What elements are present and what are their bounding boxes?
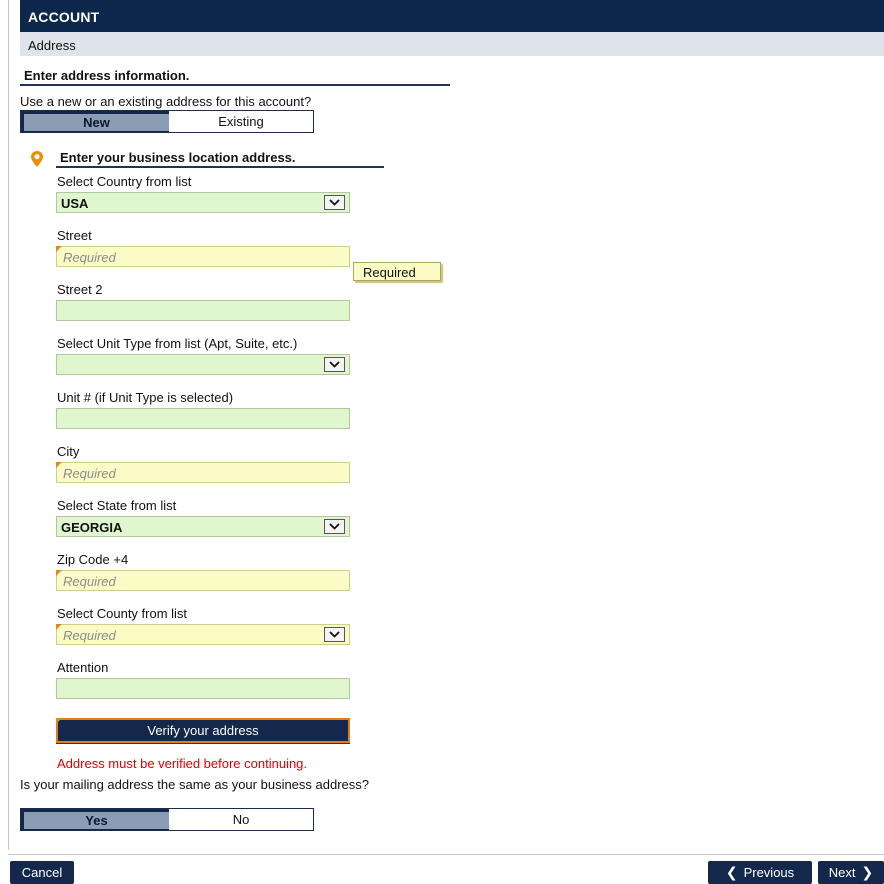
zip-label: Zip Code +4 (57, 552, 129, 567)
street2-label: Street 2 (57, 282, 103, 297)
section-title: Enter address information. (24, 68, 190, 83)
page-header: ACCOUNT (20, 0, 884, 32)
country-label: Select Country from list (57, 174, 192, 189)
verify-address-button[interactable]: Verify your address (56, 718, 350, 743)
location-title: Enter your business location address. (60, 150, 296, 165)
unit-type-label: Select Unit Type from list (Apt, Suite, … (57, 336, 298, 351)
page-title: ACCOUNT (28, 9, 100, 25)
cancel-label: Cancel (21, 865, 63, 880)
unit-number-label: Unit # (if Unit Type is selected) (57, 390, 234, 405)
chevron-down-icon[interactable] (324, 195, 345, 210)
left-border (8, 0, 9, 850)
county-label: Select County from list (57, 606, 188, 621)
zip-input[interactable]: Required (56, 570, 350, 591)
page-subheader: Address (20, 32, 884, 56)
verify-address-label: Verify your address (147, 723, 259, 738)
toggle-existing[interactable]: Existing (169, 111, 313, 132)
required-marker (56, 624, 62, 630)
section-divider (20, 84, 450, 86)
address-source-toggle[interactable]: New Existing (20, 110, 314, 133)
toggle-yes[interactable]: Yes (21, 809, 169, 830)
location-divider (56, 166, 384, 168)
mailing-same-toggle[interactable]: Yes No (20, 808, 314, 831)
city-placeholder: Required (63, 466, 116, 481)
verification-error: Address must be verified before continui… (57, 756, 308, 771)
city-input[interactable]: Required (56, 462, 350, 483)
next-label: Next (828, 865, 856, 880)
address-source-question: Use a new or an existing address for thi… (20, 94, 312, 109)
country-select[interactable]: USA (56, 192, 350, 213)
chevron-left-icon: ❮ (725, 864, 738, 880)
street2-input[interactable] (56, 300, 350, 321)
zip-placeholder: Required (63, 574, 116, 589)
page-subtitle: Address (28, 38, 76, 53)
chevron-down-icon[interactable] (324, 519, 345, 534)
country-value: USA (61, 196, 89, 211)
county-placeholder: Required (63, 628, 116, 643)
footer-divider (8, 854, 884, 855)
chevron-down-icon[interactable] (324, 627, 345, 642)
chevron-right-icon: ❯ (861, 864, 874, 880)
toggle-new[interactable]: New (21, 111, 169, 132)
required-marker (56, 718, 62, 724)
street-input[interactable]: Required (56, 246, 350, 267)
street-placeholder: Required (63, 250, 116, 265)
required-tooltip: Required (353, 262, 441, 281)
state-select[interactable]: GEORGIA (56, 516, 350, 537)
toggle-no[interactable]: No (169, 809, 313, 830)
required-marker (56, 570, 62, 576)
previous-button[interactable]: ❮ Previous (708, 861, 812, 884)
next-button[interactable]: Next ❯ (818, 861, 884, 884)
attention-input[interactable] (56, 678, 350, 699)
state-value: GEORGIA (61, 520, 123, 535)
unit-number-input[interactable] (56, 408, 350, 429)
cancel-button[interactable]: Cancel (10, 861, 74, 884)
state-label: Select State from list (57, 498, 177, 513)
chevron-down-icon[interactable] (324, 357, 345, 372)
county-select[interactable]: Required (56, 624, 350, 645)
street-label: Street (57, 228, 92, 243)
unit-type-select[interactable] (56, 354, 350, 375)
required-marker (56, 246, 62, 252)
required-marker (56, 462, 62, 468)
map-pin-icon (31, 151, 43, 167)
previous-label: Previous (743, 865, 795, 880)
attention-label: Attention (57, 660, 109, 675)
mailing-question: Is your mailing address the same as your… (20, 777, 370, 792)
city-label: City (57, 444, 80, 459)
